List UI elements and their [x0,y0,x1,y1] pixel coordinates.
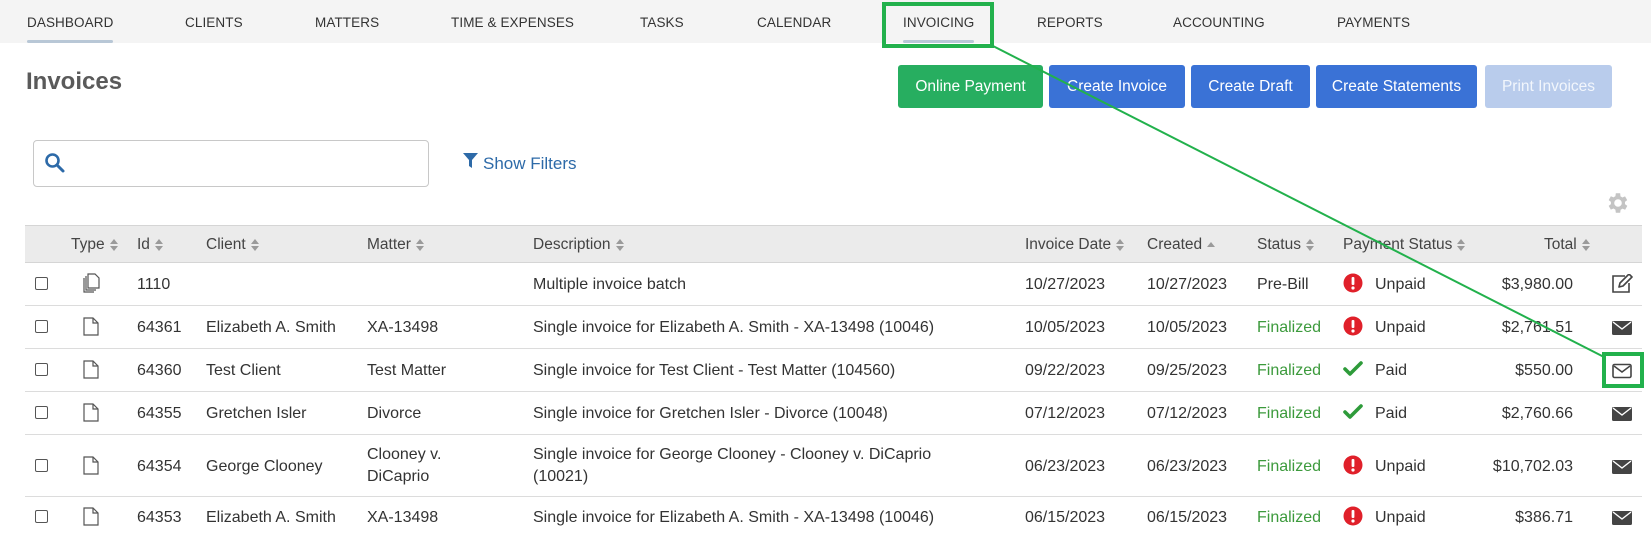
annotation-arrow-line [992,45,1605,358]
